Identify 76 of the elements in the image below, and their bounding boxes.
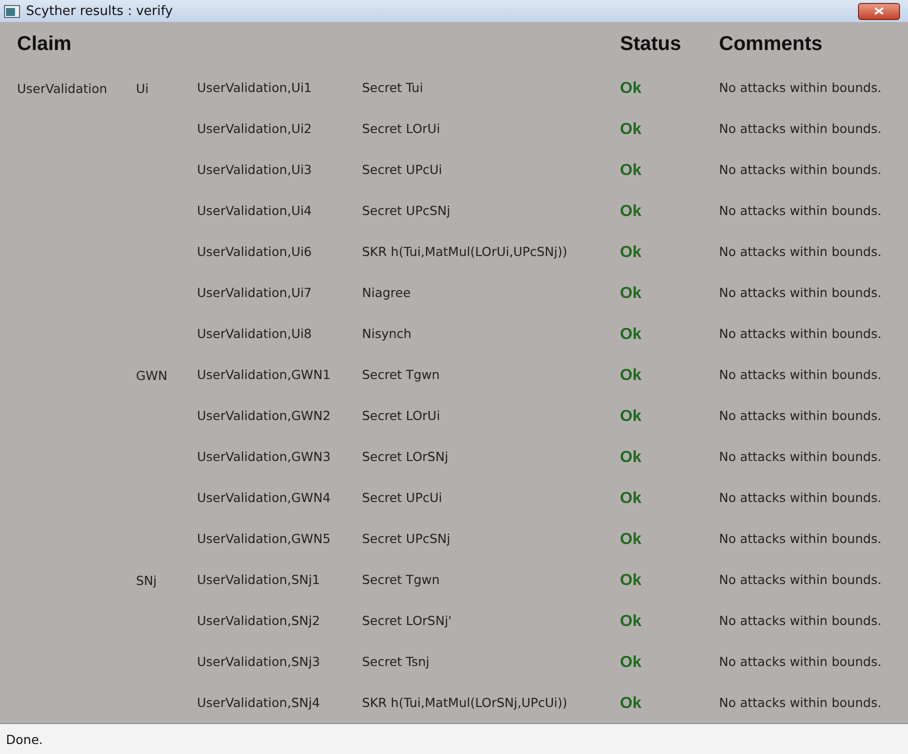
- claim-cell-text: SKR h(Tui,MatMul(LOrSNj,UPcUi)): [362, 695, 568, 710]
- comment-cell-text: No attacks within bounds.: [719, 203, 882, 218]
- close-button[interactable]: [858, 2, 900, 20]
- status-cell: Ok: [620, 284, 642, 302]
- status-cell: Ok: [620, 244, 642, 260]
- comment-cell-text: No attacks within bounds.: [719, 162, 882, 177]
- window-icon: [4, 4, 20, 18]
- window-title: Scyther results : verify: [26, 4, 174, 18]
- claim-cell-text: Secret Tsnj: [362, 654, 430, 669]
- claim-cell-text: Secret LOrUi: [362, 121, 442, 136]
- claim-id-cell-text: UserValidation,GWN4: [197, 490, 332, 505]
- claim-cell-text: Secret UPcSNj: [362, 203, 452, 218]
- claim-id-cell-text: UserValidation,GWN1: [197, 367, 332, 382]
- claim-cell-text: SKR h(Tui,MatMul(LOrUi,UPcSNj)): [362, 244, 568, 259]
- comment-cell-text: No attacks within bounds.: [719, 531, 882, 546]
- claim-id-cell-text: UserValidation,SNj3: [197, 654, 321, 669]
- claim-id-cell-text: UserValidation,Ui3: [197, 162, 313, 177]
- status-cell: Ok: [620, 162, 642, 178]
- status-cell: Ok: [620, 612, 642, 630]
- comment-cell-text: No attacks within bounds.: [719, 613, 882, 628]
- role-cell: GWN: [136, 368, 168, 383]
- status-cell: Ok: [620, 694, 642, 712]
- comment-cell-text: No attacks within bounds.: [719, 121, 882, 136]
- claim-cell-text: Secret LOrSNj: [362, 449, 450, 464]
- claim-cell-text: Secret Tui: [362, 80, 424, 95]
- claim-id-cell-text: UserValidation,Ui1: [197, 80, 313, 95]
- claim-cell-text: Nisynch: [362, 326, 412, 341]
- claim-cell-text: Secret LOrSNj': [362, 613, 453, 628]
- claim-id-cell-text: UserValidation,SNj1: [197, 572, 321, 587]
- close-icon: [874, 7, 884, 15]
- status-cell: Ok: [620, 654, 642, 670]
- comment-cell-text: No attacks within bounds.: [719, 490, 882, 505]
- claim-id-cell-text: UserValidation,Ui6: [197, 244, 313, 259]
- comment-cell-text: No attacks within bounds.: [719, 80, 882, 95]
- claim-id-cell-text: UserValidation,GWN2: [197, 408, 332, 423]
- claim-id-cell-text: UserValidation,GWN5: [197, 531, 332, 546]
- claim-id-cell-text: UserValidation,Ui4: [197, 203, 313, 218]
- claim-cell-text: Niagree: [362, 285, 412, 300]
- claim-cell-text: Secret Tgwn: [362, 367, 441, 382]
- status-cell: Ok: [620, 326, 642, 342]
- comment-cell-text: No attacks within bounds.: [719, 244, 882, 259]
- column-header: Claim: [17, 33, 72, 56]
- claim-id-cell-text: UserValidation,Ui2: [197, 121, 313, 136]
- status-cell: Ok: [620, 120, 642, 138]
- comment-cell-text: No attacks within bounds.: [719, 654, 882, 669]
- claim-cell-text: Secret UPcUi: [362, 162, 444, 177]
- status-cell: Ok: [620, 490, 642, 506]
- claim-cell-text: Secret UPcUi: [362, 490, 444, 505]
- comment-cell-text: No attacks within bounds.: [719, 367, 882, 382]
- column-header: Status: [620, 33, 682, 56]
- status-cell: Ok: [620, 202, 642, 220]
- claim-cell-text: Secret LOrUi: [362, 408, 442, 423]
- claim-cell-text: Secret Tgwn: [362, 572, 441, 587]
- status-cell: Ok: [620, 572, 642, 588]
- claim-id-cell-text: UserValidation,Ui7: [197, 285, 313, 300]
- claim-cell-text: Secret UPcSNj: [362, 531, 452, 546]
- role-cell: Ui: [136, 81, 149, 96]
- status-cell: Ok: [620, 530, 642, 548]
- role-cell: SNj: [136, 573, 157, 588]
- protocol-cell: UserValidation: [17, 81, 108, 96]
- claim-id-cell-text: UserValidation,Ui8: [197, 326, 313, 341]
- comment-cell-text: No attacks within bounds.: [719, 449, 882, 464]
- claim-id-cell-text: UserValidation,SNj2: [197, 613, 321, 628]
- status-cell: Ok: [620, 448, 642, 466]
- claim-id-cell-text: UserValidation,SNj4: [197, 695, 321, 710]
- claim-id-cell-text: UserValidation,GWN3: [197, 449, 332, 464]
- column-header: Comments: [719, 33, 824, 56]
- comment-cell-text: No attacks within bounds.: [719, 695, 882, 710]
- comment-cell-text: No attacks within bounds.: [719, 326, 882, 341]
- status-cell: Ok: [620, 366, 642, 384]
- status-cell: Ok: [620, 80, 642, 96]
- comment-cell-text: No attacks within bounds.: [719, 285, 882, 300]
- comment-cell-text: No attacks within bounds.: [719, 408, 882, 423]
- status-cell: Ok: [620, 408, 642, 424]
- status-text: Done.: [6, 732, 43, 746]
- comment-cell-text: No attacks within bounds.: [719, 572, 882, 587]
